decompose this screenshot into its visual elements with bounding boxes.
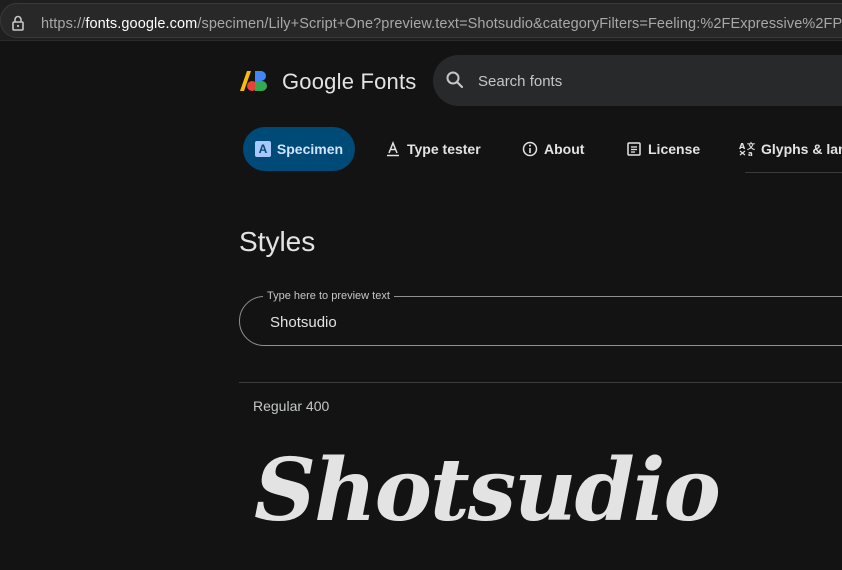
search-input[interactable] xyxy=(476,69,842,93)
section-title: Styles xyxy=(239,226,316,257)
type-tester-icon xyxy=(387,141,399,157)
tab-label: Specimen xyxy=(276,141,344,157)
preview-field-label: Type here to preview text xyxy=(263,290,394,302)
svg-text:A: A xyxy=(739,142,746,151)
info-icon xyxy=(522,141,538,157)
font-sample-preview[interactable]: Shotsudio xyxy=(254,440,721,541)
browser-address-bar: https://fonts.google.com/specimen/Lily+S… xyxy=(0,0,842,41)
tab-specimen[interactable]: A Specimen xyxy=(243,127,355,171)
tab-divider xyxy=(745,172,842,173)
url-text[interactable]: https://fonts.google.com/specimen/Lily+S… xyxy=(41,16,842,32)
tab-label: Glyphs & lang xyxy=(761,141,842,157)
search-bar[interactable] xyxy=(433,55,842,106)
tab-about[interactable]: About xyxy=(522,127,584,171)
brand-title[interactable]: Google Fonts xyxy=(282,69,416,95)
svg-text:a: a xyxy=(748,150,753,157)
url-field[interactable]: https://fonts.google.com/specimen/Lily+S… xyxy=(0,3,842,38)
tab-license[interactable]: License xyxy=(626,127,700,171)
glyphs-icon: A 文 a xyxy=(739,141,755,157)
tab-label: About xyxy=(544,141,585,157)
url-prefix: https:// xyxy=(41,16,86,32)
lock-icon[interactable] xyxy=(11,15,25,31)
google-fonts-logo[interactable] xyxy=(240,69,270,93)
tab-glyphs[interactable]: A 文 a Glyphs & lang xyxy=(739,127,842,171)
license-icon xyxy=(627,142,641,156)
section-divider xyxy=(239,382,842,383)
style-name: Regular 400 xyxy=(253,398,330,414)
search-icon[interactable] xyxy=(445,70,465,90)
url-host: fonts.google.com xyxy=(85,16,198,32)
tab-label: License xyxy=(648,141,701,157)
tab-type-tester[interactable]: Type tester xyxy=(385,127,481,171)
url-path: /specimen/Lily+Script+One?preview.text=S… xyxy=(197,16,842,32)
specimen-icon: A xyxy=(254,141,271,157)
tab-label: Type tester xyxy=(407,141,481,157)
preview-text-input[interactable] xyxy=(268,311,832,333)
